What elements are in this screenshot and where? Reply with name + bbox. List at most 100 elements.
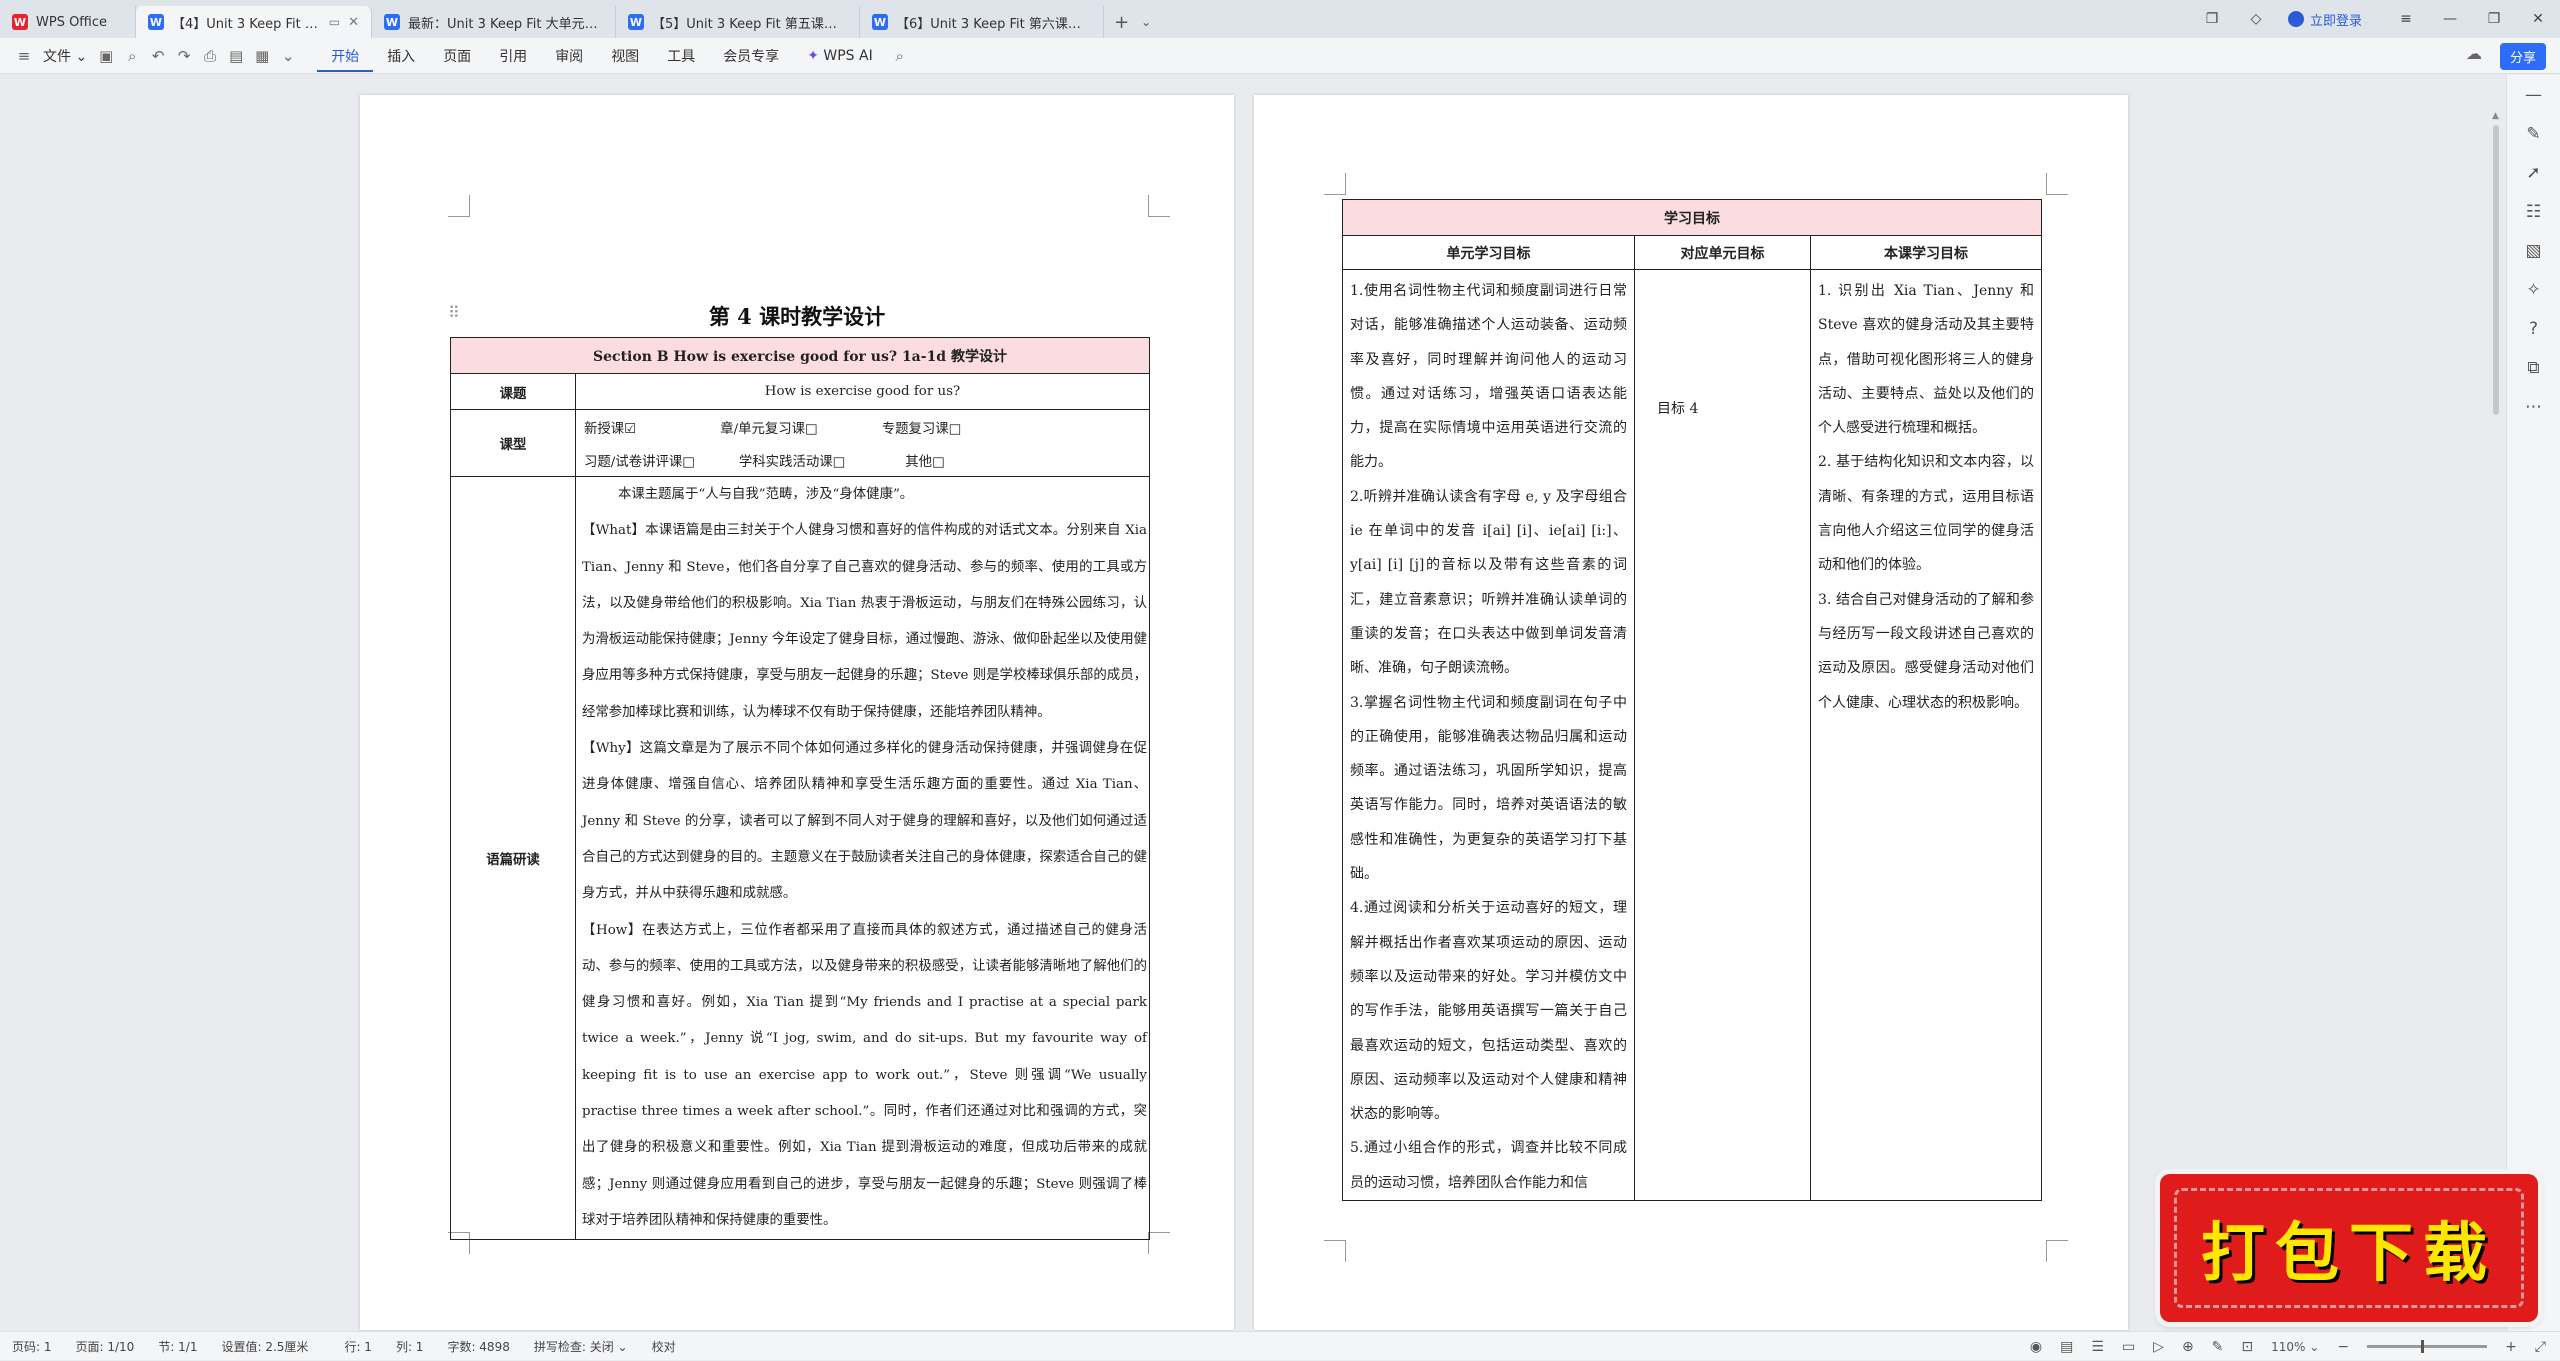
wps-ai-button[interactable]: ✦ WPS AI [793, 48, 887, 64]
select-cursor-icon[interactable]: ➚ [2526, 163, 2540, 183]
mapped-goal: 目标 4 [1634, 268, 1811, 1202]
lesson-type-option[interactable]: 其他□ [905, 450, 944, 470]
col-info[interactable]: 列: 1 [384, 1338, 436, 1355]
print-icon[interactable]: ⎙ [200, 47, 220, 65]
tab-document-4[interactable]: W 【4】Unit 3 Keep Fit 第四课 ▭ ✕ [136, 6, 372, 38]
page-number[interactable]: 页码: 1 [0, 1338, 64, 1355]
settings-sliders-icon[interactable]: ☷ [2526, 202, 2541, 222]
scrollbar-thumb[interactable] [2493, 125, 2499, 415]
menu-icon[interactable]: ≡ [2384, 11, 2428, 27]
page-count[interactable]: 页面: 1/10 [64, 1338, 147, 1355]
undo-icon[interactable]: ↶ [148, 47, 168, 65]
tab-document-unit[interactable]: W 最新：Unit 3 Keep Fit 大单元整体设 [372, 6, 616, 38]
minimize-icon[interactable]: — [2428, 11, 2472, 27]
login-button[interactable]: 立即登录 [2287, 10, 2362, 29]
vertical-scrollbar[interactable]: ▲ [2490, 75, 2502, 1331]
scroll-up-icon[interactable]: ▲ [2492, 111, 2499, 121]
analysis-paragraph: 【What】本课语篇是由三封关于个人健身习惯和喜好的信件构成的对话式文本。分别来… [582, 523, 1147, 720]
ribbon-tab-reference[interactable]: 引用 [485, 46, 541, 66]
lesson-type-option[interactable]: 章/单元复习课□ [720, 417, 818, 437]
tab-bar: W WPS Office W 【4】Unit 3 Keep Fit 第四课 ▭ … [0, 0, 2560, 38]
ribbon-tab-page[interactable]: 页面 [429, 46, 485, 66]
search-doc-icon[interactable]: ⌕ [122, 47, 142, 65]
zoom-level[interactable]: 110% ⌄ [2271, 1340, 2319, 1354]
ribbon-tab-member[interactable]: 会员专享 [709, 46, 793, 66]
page-view-icon[interactable]: ▤ [2060, 1339, 2073, 1355]
zoom-in-icon[interactable]: + [2505, 1339, 2517, 1355]
document-canvas[interactable]: ⠿ 第 4 课时教学设计 Section B How is exercise g… [0, 75, 2490, 1331]
pen-mode-icon[interactable]: ✎ [2212, 1339, 2224, 1355]
ribbon-tab-tools[interactable]: 工具 [653, 46, 709, 66]
search-icon[interactable]: ⌕ [890, 47, 910, 65]
more-chevron-icon[interactable]: ⌄ [278, 47, 298, 65]
unit-goal: 5.通过小组合作的形式，调查并比较不同成员的运动习惯，培养团队合作能力和信 [1350, 1140, 1627, 1191]
lesson-type-cell: 新授课☑ 章/单元复习课□ 专题复习课□ 习题/试卷讲评课□ 学科实践活动课□ … [575, 409, 1150, 477]
hamburger-icon[interactable]: ≡ [14, 47, 34, 65]
tab-document-6[interactable]: W 【6】Unit 3 Keep Fit 第六课时（Pro [860, 6, 1104, 38]
tab-document-5[interactable]: W 【5】Unit 3 Keep Fit 第五课时（Sec [616, 6, 860, 38]
save-icon[interactable]: ▣ [96, 47, 116, 65]
fullscreen-icon[interactable]: ⤢ [2535, 1339, 2546, 1355]
more-icon[interactable]: ⋯ [2525, 397, 2542, 417]
window-icon[interactable]: ❐ [2190, 11, 2234, 27]
outline-icon[interactable]: ☰ [2091, 1339, 2104, 1355]
fit-page-icon[interactable]: ⊡ [2241, 1339, 2253, 1355]
section-info[interactable]: 节: 1/1 [146, 1338, 209, 1355]
lesson-type-option[interactable]: 习题/试卷讲评课□ [584, 450, 695, 470]
ribbon-tab-review[interactable]: 审阅 [541, 46, 597, 66]
ribbon-tab-view[interactable]: 视图 [597, 46, 653, 66]
word-count[interactable]: 字数: 4898 [435, 1338, 521, 1355]
row-info[interactable]: 行: 1 [332, 1338, 384, 1355]
table-header: 学习目标 [1342, 199, 2042, 236]
word-doc-icon: W [628, 14, 644, 30]
translate-icon[interactable]: ⧉ [2527, 358, 2539, 378]
read-mode-icon[interactable]: ▭ [2122, 1339, 2135, 1355]
zoom-slider[interactable] [2367, 1340, 2488, 1353]
pdf-icon[interactable]: ▤ [226, 47, 246, 65]
setting-value[interactable]: 设置值: 2.5厘米 [209, 1338, 320, 1355]
image-edit-icon[interactable]: ▧ [2525, 241, 2541, 261]
cloud-icon[interactable]: ☁ [2466, 44, 2482, 63]
proofread[interactable]: 校对 [640, 1338, 688, 1355]
web-view-icon[interactable]: ⊕ [2182, 1339, 2194, 1355]
lesson-type-option[interactable]: 学科实践活动课□ [739, 450, 845, 470]
help-icon[interactable]: ? [2529, 319, 2538, 339]
lesson-type-option[interactable]: 专题复习课□ [882, 417, 962, 437]
file-menu[interactable]: 文件 ⌄ [37, 46, 93, 66]
wps-logo-icon: W [12, 14, 28, 30]
eye-icon[interactable]: ◉ [2030, 1339, 2042, 1355]
ribbon: ≡ 文件 ⌄ ▣ ⌕ ↶ ↷ ⎙ ▤ ▦ ⌄ 开始 插入 页面 引用 审阅 视图… [0, 38, 2560, 74]
page-1[interactable]: ⠿ 第 4 课时教学设计 Section B How is exercise g… [360, 95, 1234, 1330]
tab-wps-home[interactable]: W WPS Office [0, 6, 136, 38]
analysis-paragraph: 【How】在表达方式上，三位作者都采用了直接而具体的叙述方式，通过描述自己的健身… [582, 922, 1147, 1228]
play-icon[interactable]: ▷ [2153, 1339, 2164, 1355]
close-icon[interactable]: ✕ [2516, 11, 2560, 27]
share-button[interactable]: 分享 [2499, 43, 2546, 70]
edit-pen-icon[interactable]: ✎ [2526, 124, 2540, 144]
lesson-type-label: 课型 [450, 409, 576, 477]
collapse-icon[interactable]: — [2525, 85, 2542, 105]
spell-check[interactable]: 拼写检查: 关闭 ⌄ [522, 1338, 640, 1355]
right-sidebar: — ✎ ➚ ☷ ▧ ✧ ? ⧉ ⋯ [2506, 75, 2560, 1331]
tab-label: 【6】Unit 3 Keep Fit 第六课时（Pro [896, 16, 1091, 32]
tab-label: 最新：Unit 3 Keep Fit 大单元整体设 [408, 16, 603, 32]
magic-tool-icon[interactable]: ✧ [2526, 280, 2540, 300]
restore-icon[interactable]: ❐ [2472, 11, 2516, 27]
page-2[interactable]: 学习目标 单元学习目标 对应单元目标 本课学习目标 1.使用名词性物主代词和频度… [1254, 95, 2128, 1330]
cube-icon[interactable]: ◇ [2234, 11, 2278, 27]
ribbon-tab-home[interactable]: 开始 [317, 46, 374, 72]
zoom-out-icon[interactable]: − [2337, 1339, 2349, 1355]
close-tab-icon[interactable]: ✕ [348, 15, 359, 30]
ribbon-tab-insert[interactable]: 插入 [373, 46, 429, 66]
new-tab-icon[interactable]: + [1114, 12, 1129, 33]
chevron-down-icon[interactable]: ⌄ [1141, 15, 1151, 29]
redo-icon[interactable]: ↷ [174, 47, 194, 65]
analysis-text: 本课主题属于“人与自我”范畴，涉及“身体健康”。 【What】本课语篇是由三封关… [575, 475, 1150, 1241]
word-doc-icon: W [148, 14, 164, 30]
download-banner[interactable]: 打包下载 [2160, 1174, 2538, 1322]
lesson-type-option[interactable]: 新授课☑ [584, 417, 636, 437]
unit-goal: 2.听辨并准确认读含有字母 e, y 及字母组合 ie 在单词中的发音 i[ai… [1350, 488, 1627, 677]
topic-label: 课题 [450, 373, 576, 410]
monitor-icon[interactable]: ▭ [329, 15, 340, 29]
image-icon[interactable]: ▦ [252, 47, 272, 65]
